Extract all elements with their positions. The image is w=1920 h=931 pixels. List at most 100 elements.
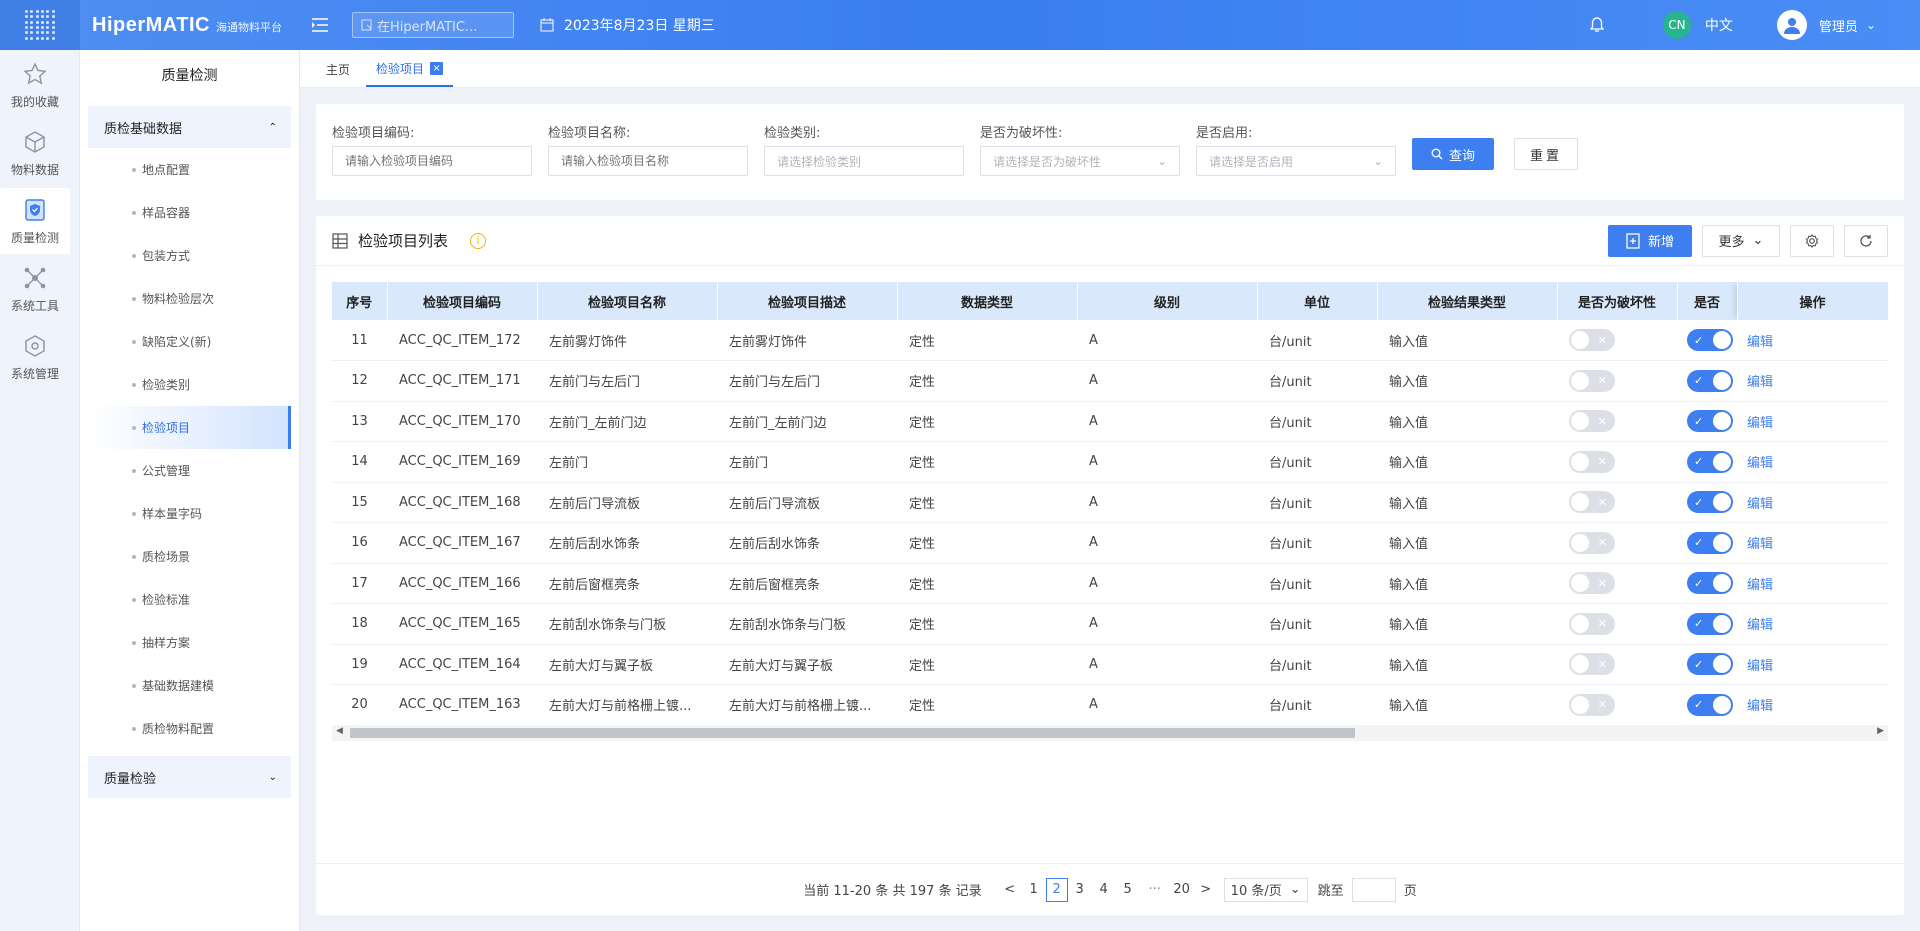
rail-item-material-data[interactable]: 物料数据 [0, 120, 70, 186]
enabled-toggle[interactable]: ✓ [1687, 531, 1733, 554]
pagination-prev[interactable]: < [998, 878, 1022, 902]
edit-link[interactable]: 编辑 [1747, 699, 1773, 714]
scroll-left-icon[interactable]: ◀ [336, 726, 343, 736]
destructive-toggle[interactable]: ✕ [1569, 612, 1615, 635]
language-badge[interactable]: CN [1662, 11, 1691, 39]
info-icon[interactable]: i [470, 232, 487, 249]
menu-toggle-button[interactable] [300, 0, 340, 50]
sidebar-item-formula[interactable]: 公式管理 [88, 449, 291, 492]
rail-item-favorites[interactable]: 我的收藏 [0, 52, 70, 118]
edit-link[interactable]: 编辑 [1747, 618, 1773, 633]
destructive-toggle[interactable]: ✕ [1569, 572, 1615, 595]
cell-enabled: ✓ [1677, 482, 1737, 523]
cell-enabled: ✓ [1677, 563, 1737, 604]
pagination: 当前 11-20 条 共 197 条 记录 < 1 2 3 4 5 ··· 20… [316, 863, 1904, 915]
destructive-toggle[interactable]: ✕ [1569, 369, 1615, 392]
scrollbar-thumb[interactable] [350, 728, 1355, 738]
edit-link[interactable]: 编辑 [1747, 335, 1773, 350]
global-search-input[interactable]: 在HiperMATIC... [352, 12, 514, 38]
more-button[interactable]: 更多 ⌄ [1702, 224, 1780, 257]
edit-link[interactable]: 编辑 [1747, 659, 1773, 674]
sidebar-item-location-config[interactable]: 地点配置 [88, 148, 291, 191]
rail-item-quality-check[interactable]: 质量检测 [0, 188, 70, 254]
enabled-toggle[interactable]: ✓ [1687, 693, 1733, 716]
sidebar-item-inspection-item[interactable]: 检验项目 [88, 406, 291, 449]
add-button[interactable]: 新增 [1608, 224, 1692, 257]
jump-page-input[interactable] [1351, 877, 1396, 902]
table-row: 13 ACC_QC_ITEM_170 左前门_左前门边 左前门_左前门边 定性 A 台/un… [332, 401, 1888, 442]
enabled-toggle[interactable]: ✓ [1687, 612, 1733, 635]
refresh-button[interactable] [1844, 224, 1888, 257]
toggle-knob [1713, 493, 1731, 512]
enabled-toggle[interactable]: ✓ [1687, 329, 1733, 351]
edit-link[interactable]: 编辑 [1747, 375, 1773, 390]
notification-button[interactable] [1587, 15, 1607, 35]
name-input[interactable] [548, 146, 748, 176]
edit-link[interactable]: 编辑 [1747, 578, 1773, 593]
destructive-toggle[interactable]: ✕ [1569, 491, 1615, 514]
sidebar-group-quality-inspection[interactable]: 质量检验 ⌄ [88, 756, 291, 798]
destructive-toggle[interactable]: ✕ [1569, 450, 1615, 473]
cell-data-type: 定性 [897, 644, 1077, 685]
settings-button[interactable] [1790, 224, 1834, 257]
user-menu-chevron-icon[interactable]: ⌄ [1866, 18, 1876, 32]
edit-link[interactable]: 编辑 [1747, 416, 1773, 431]
rail-item-system-admin[interactable]: 系统管理 [0, 324, 70, 390]
reset-button[interactable]: 重置 [1514, 138, 1578, 170]
tab-home[interactable]: 主页 [316, 51, 360, 87]
enabled-select[interactable]: 请选择是否启用 ⌄ [1196, 146, 1396, 176]
sidebar-item-sampling-plan[interactable]: 抽样方案 [88, 621, 291, 664]
destructive-toggle[interactable]: ✕ [1569, 410, 1615, 433]
pagination-page-4[interactable]: 4 [1092, 878, 1116, 902]
sidebar-item-inspection-standard[interactable]: 检验标准 [88, 578, 291, 621]
enabled-toggle[interactable]: ✓ [1687, 653, 1733, 676]
sidebar-item-qc-material-config[interactable]: 质检物料配置 [88, 707, 291, 750]
edit-link[interactable]: 编辑 [1747, 497, 1773, 512]
scroll-right-icon[interactable]: ▶ [1877, 726, 1884, 736]
tab-inspection-item[interactable]: 检验项目 × [366, 51, 454, 87]
sidebar-item-data-modeling[interactable]: 基础数据建模 [88, 664, 291, 707]
sidebar-item-sample-container[interactable]: 样品容器 [88, 191, 291, 234]
sidebar-item-inspection-category[interactable]: 检验类别 [88, 363, 291, 406]
code-input[interactable] [332, 146, 532, 176]
destructive-select[interactable]: 请选择是否为破坏性 ⌄ [980, 146, 1180, 176]
pagination-page-last[interactable]: 20 [1170, 878, 1194, 902]
sidebar-group-base-data[interactable]: 质检基础数据 ⌃ [88, 106, 291, 148]
close-icon[interactable]: × [430, 61, 444, 75]
pagination-page-3[interactable]: 3 [1068, 878, 1092, 902]
pagination-ellipsis[interactable]: ··· [1140, 878, 1170, 902]
query-button[interactable]: 查询 [1412, 138, 1494, 170]
destructive-toggle[interactable]: ✕ [1569, 653, 1615, 676]
sidebar-item-sample-code[interactable]: 样本量字码 [88, 492, 291, 535]
page-size-select[interactable]: 10 条/页 ⌄ [1223, 877, 1308, 902]
edit-link[interactable]: 编辑 [1747, 456, 1773, 471]
column-header: 序号 [332, 282, 388, 320]
enabled-toggle[interactable]: ✓ [1687, 572, 1733, 595]
pagination-page-5[interactable]: 5 [1116, 878, 1140, 902]
sidebar-item-packaging[interactable]: 包装方式 [88, 234, 291, 277]
user-name[interactable]: 管理员 [1819, 16, 1858, 35]
edit-link[interactable]: 编辑 [1747, 537, 1773, 552]
horizontal-scrollbar[interactable]: ◀ ▶ [332, 725, 1888, 741]
language-switch[interactable]: 中文 [1705, 15, 1733, 35]
enabled-toggle[interactable]: ✓ [1687, 369, 1733, 392]
enabled-toggle[interactable]: ✓ [1687, 410, 1733, 433]
pagination-page-2[interactable]: 2 [1045, 877, 1068, 902]
destructive-toggle[interactable]: ✕ [1569, 693, 1615, 716]
cell-name: 左前门_左前门边 [537, 401, 717, 442]
enabled-toggle[interactable]: ✓ [1687, 491, 1733, 514]
pagination-next[interactable]: > [1194, 878, 1218, 902]
pagination-page-1[interactable]: 1 [1022, 878, 1046, 902]
cell-index: 16 [332, 522, 387, 564]
category-select[interactable]: 请选择检验类别 [764, 146, 964, 176]
destructive-toggle[interactable]: ✕ [1569, 531, 1615, 554]
destructive-toggle[interactable]: ✕ [1569, 329, 1615, 351]
rail-item-system-tools[interactable]: 系统工具 [0, 256, 70, 322]
user-avatar[interactable] [1776, 10, 1807, 40]
sidebar-item-inspection-level[interactable]: 物料检验层次 [88, 277, 291, 320]
enabled-toggle[interactable]: ✓ [1687, 450, 1733, 473]
sidebar-item-defect-definition[interactable]: 缺陷定义(新) [88, 320, 291, 363]
sidebar-item-qc-scenario[interactable]: 质检场景 [88, 535, 291, 578]
app-grid-button[interactable] [0, 0, 80, 50]
cell-level: A [1077, 603, 1257, 645]
